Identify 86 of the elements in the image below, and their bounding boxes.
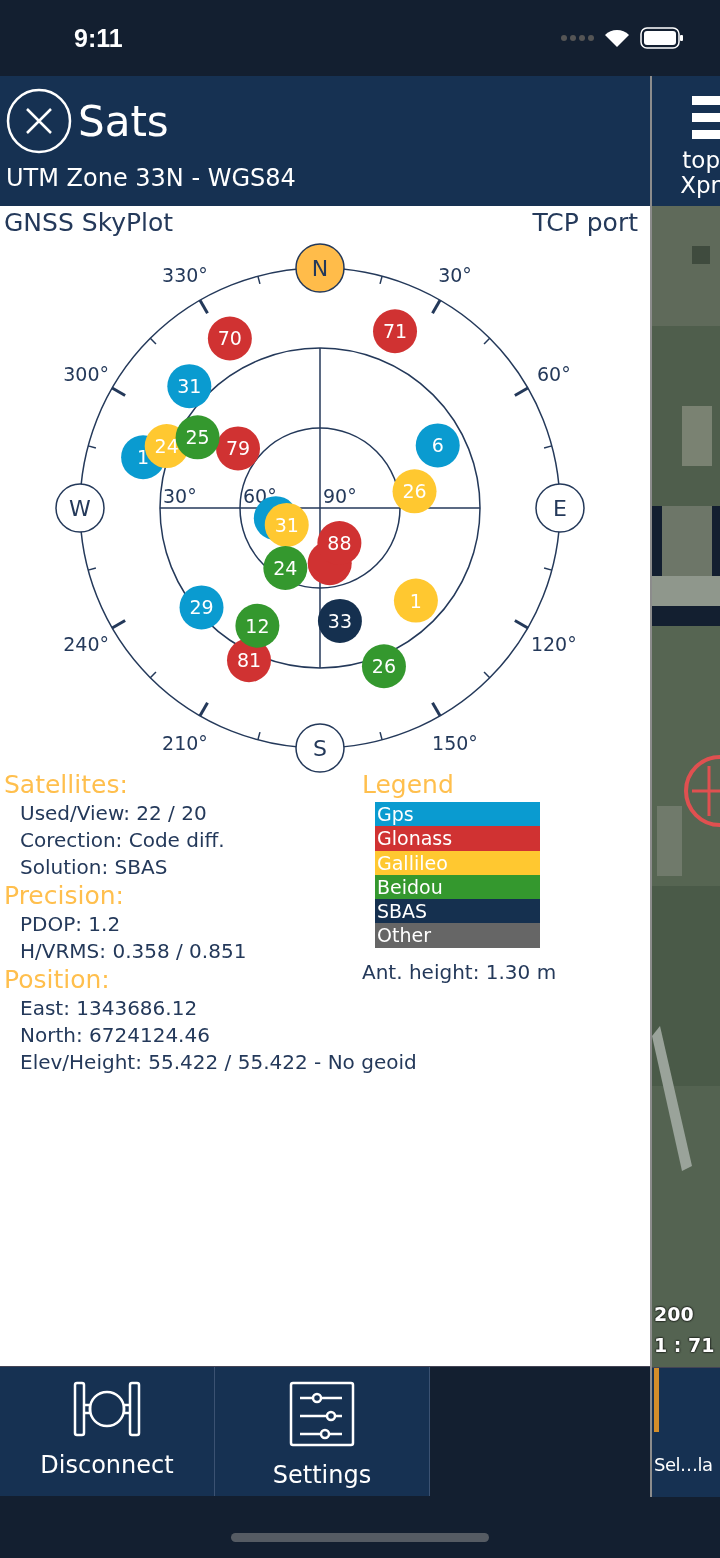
satellite-marker: 26	[361, 644, 406, 689]
tick-mark	[379, 275, 383, 285]
disconnect-button[interactable]: Disconnect	[0, 1367, 215, 1497]
legend-item: Gallileo	[375, 850, 540, 875]
legend-item: Glonass	[375, 826, 540, 851]
compass-point: S	[295, 723, 345, 773]
azimuth-label: 30°	[438, 264, 472, 287]
elevation-label: 30°	[163, 484, 197, 507]
satellite-marker: 31	[167, 364, 212, 409]
clock: 9:11	[74, 23, 123, 53]
tick-mark	[87, 567, 97, 571]
satellite-marker: 31	[264, 502, 309, 547]
tick-mark	[149, 671, 157, 679]
scale-label: 200	[654, 1303, 694, 1325]
info-line: Elev/Height: 55.422 / 55.422 - No geoid	[19, 1048, 417, 1076]
azimuth-label: 330°	[162, 264, 208, 287]
tick-mark	[514, 386, 529, 397]
section-heading: Position:	[4, 964, 111, 995]
panel-title: GNSS SkyPlot	[4, 207, 174, 237]
azimuth-label: 240°	[63, 632, 110, 655]
info-line: East: 1343686.12	[19, 994, 198, 1022]
info-line: Used/View: 22 / 20	[19, 799, 207, 827]
source-label: TCP port	[532, 207, 638, 237]
satellite-marker: 88	[317, 520, 362, 565]
menu-label: top	[682, 148, 720, 173]
satellite-marker: 24	[263, 545, 308, 590]
tick-mark	[543, 567, 553, 571]
tick-mark	[257, 275, 261, 285]
section-heading: Satellites:	[4, 769, 129, 800]
tick-mark	[431, 702, 442, 717]
info-line: PDOP: 1.2	[19, 910, 121, 938]
legend-item: Beidou	[375, 874, 540, 900]
legend-title: Legend	[362, 769, 455, 800]
close-button[interactable]	[6, 88, 72, 154]
satellite-marker: 26	[392, 469, 437, 514]
satellite-marker: 71	[373, 309, 417, 354]
battery-icon	[640, 27, 684, 49]
azimuth-label: 210°	[162, 731, 208, 754]
antenna-height: Ant. height: 1.30 m	[362, 959, 557, 984]
section-heading: Precision:	[4, 880, 125, 911]
elevation-label: 90°	[323, 484, 357, 507]
tick-mark	[257, 731, 261, 741]
info-line: H/VRMS: 0.358 / 0.851	[19, 937, 247, 965]
info-line: North: 6724124.46	[19, 1021, 210, 1049]
info-line: Solution: SBAS	[19, 853, 168, 881]
satellite-marker: 1	[393, 578, 438, 623]
legend-item: SBAS	[375, 899, 540, 924]
settings-button[interactable]: Settings	[215, 1367, 430, 1497]
menu-label: Xpr	[680, 173, 720, 198]
legend-item: Other	[375, 923, 540, 948]
compass-point: E	[535, 483, 585, 533]
layer-button[interactable]: Sel…la	[654, 1454, 713, 1475]
disconnect-icon	[73, 1381, 141, 1438]
satellite-marker: 29	[179, 585, 224, 630]
satellite-marker: 79	[216, 426, 260, 471]
signal-icon	[560, 34, 594, 42]
satellite-marker: 6	[415, 423, 460, 468]
tick-mark	[198, 702, 209, 717]
sliders-icon	[289, 1381, 355, 1448]
screen-title: Sats	[78, 96, 169, 146]
tick-mark	[149, 337, 157, 345]
crosshair-icon	[682, 754, 720, 828]
tick-mark	[111, 386, 126, 397]
tick-mark	[379, 731, 383, 741]
info-line: Corection: Code diff.	[19, 826, 225, 854]
legend-item: Gps	[375, 801, 540, 827]
compass-point: N	[295, 243, 345, 293]
tick-mark	[483, 337, 491, 345]
wifi-icon	[604, 28, 630, 48]
azimuth-label: 60°	[537, 362, 571, 385]
azimuth-label: 300°	[63, 362, 110, 385]
compass-point: W	[55, 483, 105, 533]
tick-mark	[198, 299, 209, 314]
satellite-marker: 70	[207, 316, 252, 361]
tick-mark	[483, 671, 491, 679]
azimuth-label: 120°	[530, 632, 577, 655]
tick-mark	[431, 299, 442, 314]
satellite-marker: 12	[235, 603, 280, 648]
tick-mark	[111, 619, 126, 630]
scale-ratio: 1 : 71	[654, 1334, 715, 1356]
tick-mark	[543, 445, 553, 449]
tick-mark	[87, 445, 97, 449]
azimuth-label: 150°	[432, 731, 478, 754]
tick-mark	[514, 619, 529, 630]
projection-label: UTM Zone 33N - WGS84	[6, 164, 297, 192]
satellite-marker: 33	[317, 598, 362, 643]
